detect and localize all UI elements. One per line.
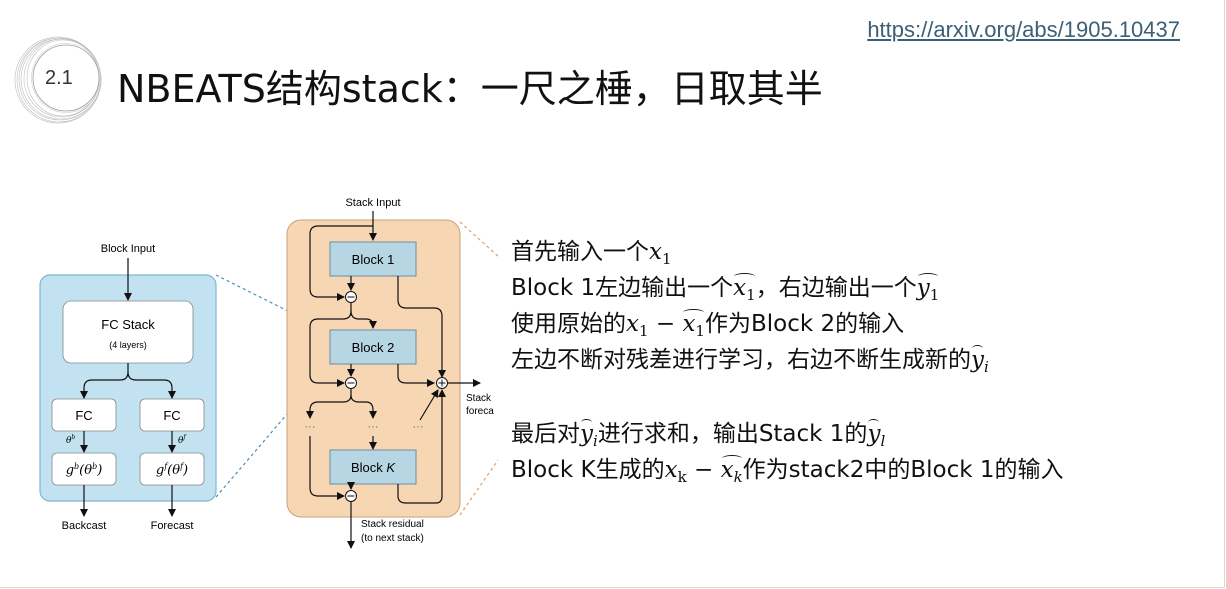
forecast-basis-formula: gf(θf) [156,462,188,478]
stack-residual-sublabel: (to next stack) [361,533,424,544]
desc-line-2: Block 1左边输出一个x1，右边输出一个y1 [511,273,940,304]
desc-line-1: 首先输入一个x1 [511,239,672,268]
stack-connector-top [459,221,501,259]
desc-line-4: 左边不断对残差进行学习，右边不断生成新的yi [511,345,989,376]
stack-forecast-label-2: foreca [466,406,494,417]
block-k-label: Block K [351,460,396,475]
stack-dots-right: ··· [413,421,424,433]
stack-diagram-group: Stack Input Block 1 Block 2 ··· ··· ··· … [286,197,494,549]
stack-forecast-label-1: Stack [466,393,492,404]
block-input-label: Block Input [101,243,155,255]
fc-stack-title: FC Stack [101,317,155,332]
fc-stack-subtitle: (4 layers) [109,340,147,350]
stack-input-label: Stack Input [345,197,400,209]
backcast-basis-formula: gb(θb) [66,462,103,478]
fc-left-label: FC [75,408,92,423]
fc-right-label: FC [163,408,180,423]
block-detail-group: Block Input FC Stack (4 layers) FC FC θb… [39,243,217,532]
backcast-label: Backcast [62,520,107,532]
fc-stack-box [62,300,194,364]
forecast-label: Forecast [151,520,194,532]
stack-dots-left: ··· [305,421,316,433]
stack-dots-middle: ··· [368,421,379,433]
stack-residual-label: Stack residual [361,519,424,530]
block-1-label: Block 1 [352,252,395,267]
desc-line-6: Block K生成的xk − xk作为stack2中的Block 1的输入 [511,455,1064,486]
block-2-label: Block 2 [352,340,395,355]
desc-line-3: 使用原始的x1 − x1作为Block 2的输入 [511,309,905,340]
stack-connector-bottom [459,459,499,516]
desc-line-5: 最后对yi进行求和，输出Stack 1的yl [511,419,886,450]
